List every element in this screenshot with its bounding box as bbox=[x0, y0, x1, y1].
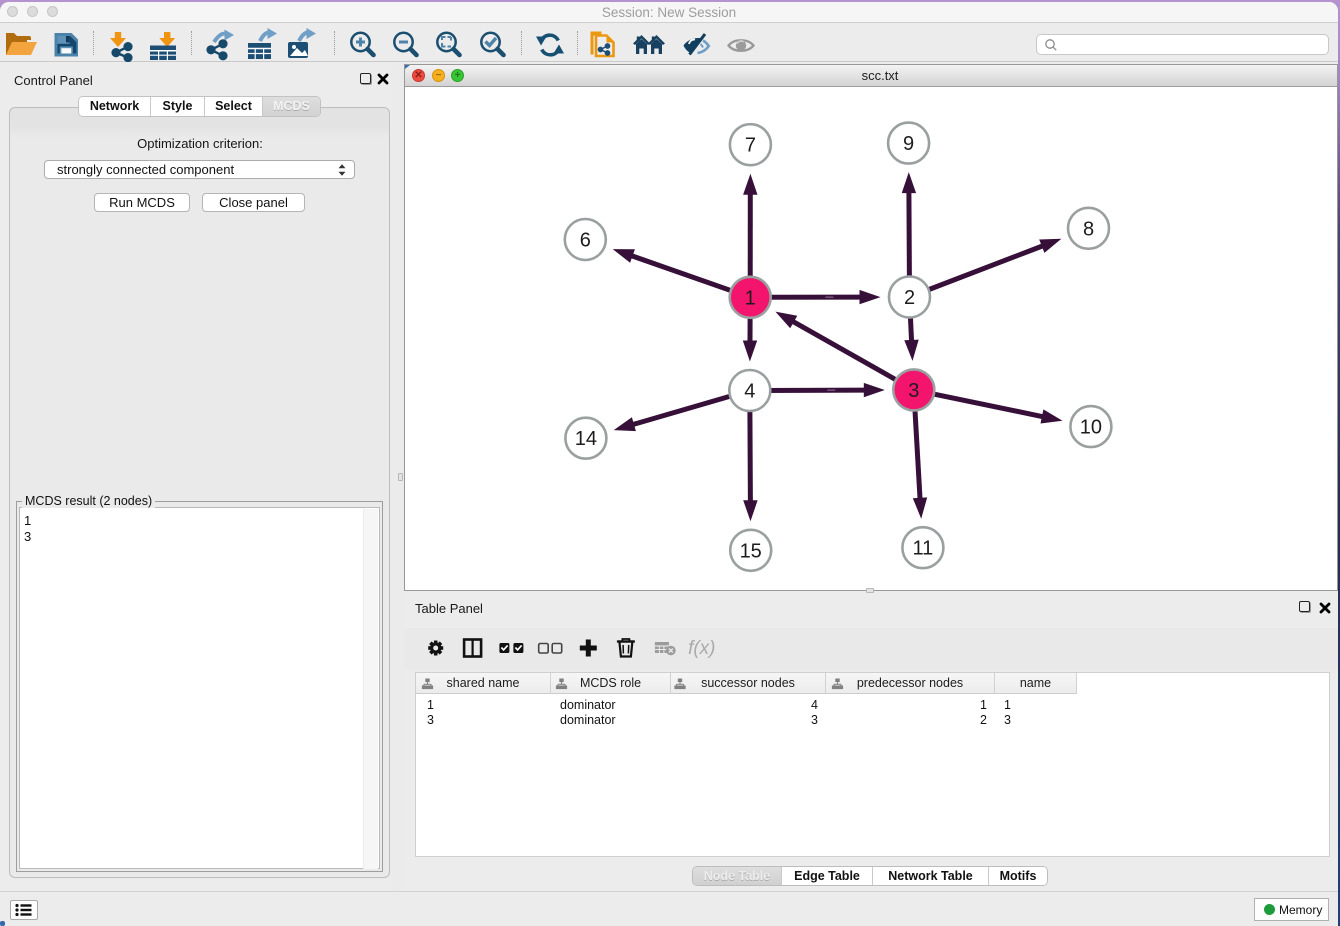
svg-text:4: 4 bbox=[744, 381, 755, 403]
svg-text:7: 7 bbox=[745, 135, 756, 157]
svg-text:11: 11 bbox=[913, 538, 934, 560]
svg-text:2: 2 bbox=[904, 287, 915, 309]
svg-text:15: 15 bbox=[740, 540, 762, 562]
svg-text:f(x): f(x) bbox=[688, 638, 715, 659]
svg-text:14: 14 bbox=[575, 428, 597, 450]
svg-text:9: 9 bbox=[903, 133, 914, 155]
svg-text:1: 1 bbox=[745, 287, 756, 309]
svg-text:6: 6 bbox=[580, 230, 591, 252]
svg-text:10: 10 bbox=[1080, 417, 1102, 439]
svg-text:8: 8 bbox=[1083, 218, 1094, 240]
svg-text:3: 3 bbox=[908, 380, 919, 402]
